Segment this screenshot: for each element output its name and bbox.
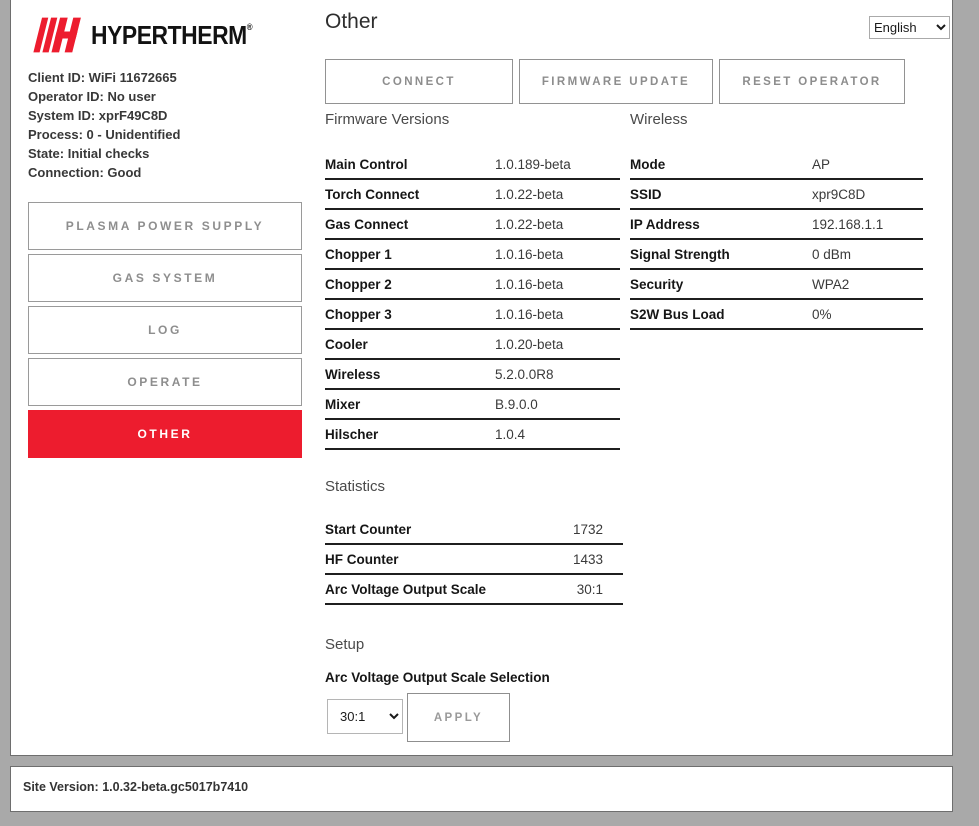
firmware-versions-heading: Firmware Versions <box>325 111 449 128</box>
table-row: Cooler 1.0.20-beta <box>325 330 620 360</box>
row-label: Start Counter <box>325 522 411 537</box>
row-value: 192.168.1.1 <box>812 217 883 232</box>
row-label: S2W Bus Load <box>630 307 725 322</box>
table-row: Security WPA2 <box>630 270 923 300</box>
row-label: IP Address <box>630 217 700 232</box>
language-select[interactable]: English <box>869 16 950 39</box>
row-label: Gas Connect <box>325 217 408 232</box>
state-line: State: Initial checks <box>28 144 313 163</box>
table-row: Chopper 3 1.0.16-beta <box>325 300 620 330</box>
hypertherm-logo: HYPERTHERM® <box>33 13 274 57</box>
row-value: 1.0.22-beta <box>495 187 563 202</box>
site-version-text: Site Version: 1.0.32-beta.gc5017b7410 <box>23 780 248 794</box>
main-content: Other English CONNECT FIRMWARE UPDATE RE… <box>325 0 937 756</box>
row-value: 1.0.20-beta <box>495 337 563 352</box>
table-row: Chopper 2 1.0.16-beta <box>325 270 620 300</box>
table-row: Main Control 1.0.189-beta <box>325 150 620 180</box>
row-value: 1.0.16-beta <box>495 307 563 322</box>
row-value: 1.0.22-beta <box>495 217 563 232</box>
statistics-table: Start Counter 1732 HF Counter 1433 Arc Vol… <box>325 515 623 605</box>
sidebar-item-plasma-power-supply[interactable]: PLASMA POWER SUPPLY <box>28 202 302 250</box>
client-info: Client ID: WiFi 11672665 Operator ID: No… <box>28 68 313 182</box>
row-value: WPA2 <box>812 277 849 292</box>
table-row: Mode AP <box>630 150 923 180</box>
connection-line: Connection: Good <box>28 163 313 182</box>
row-value: 0% <box>812 307 832 322</box>
row-value: 1.0.16-beta <box>495 247 563 262</box>
row-label: Main Control <box>325 157 408 172</box>
row-label: Arc Voltage Output Scale <box>325 582 486 597</box>
row-value: 1433 <box>573 552 603 567</box>
row-label: Mixer <box>325 397 360 412</box>
apply-button[interactable]: APPLY <box>407 693 510 742</box>
row-label: Wireless <box>325 367 380 382</box>
row-value: 5.2.0.0R8 <box>495 367 554 382</box>
arc-voltage-scale-select[interactable]: 30:1 <box>327 699 403 734</box>
row-label: Security <box>630 277 683 292</box>
firmware-update-button[interactable]: FIRMWARE UPDATE <box>519 59 713 104</box>
table-row: Hilscher 1.0.4 <box>325 420 620 450</box>
table-row: S2W Bus Load 0% <box>630 300 923 330</box>
connect-button[interactable]: CONNECT <box>325 59 513 104</box>
table-row: IP Address 192.168.1.1 <box>630 210 923 240</box>
row-value: AP <box>812 157 830 172</box>
table-row: Wireless 5.2.0.0R8 <box>325 360 620 390</box>
statistics-heading: Statistics <box>325 478 385 495</box>
firmware-versions-table: Main Control 1.0.189-beta Torch Connect 1.… <box>325 150 620 450</box>
row-label: Torch Connect <box>325 187 419 202</box>
system-id-line: System ID: xprF49C8D <box>28 106 313 125</box>
table-row: Mixer B.9.0.0 <box>325 390 620 420</box>
operator-id-line: Operator ID: No user <box>28 87 313 106</box>
table-row: Torch Connect 1.0.22-beta <box>325 180 620 210</box>
table-row: Start Counter 1732 <box>325 515 623 545</box>
footer-bar: Site Version: 1.0.32-beta.gc5017b7410 <box>10 766 953 812</box>
table-row: Signal Strength 0 dBm <box>630 240 923 270</box>
sidebar-item-gas-system[interactable]: GAS SYSTEM <box>28 254 302 302</box>
row-value: 1.0.4 <box>495 427 525 442</box>
table-row: Gas Connect 1.0.22-beta <box>325 210 620 240</box>
client-id-line: Client ID: WiFi 11672665 <box>28 68 313 87</box>
sidebar-item-log[interactable]: LOG <box>28 306 302 354</box>
row-value: 0 dBm <box>812 247 851 262</box>
row-value: 30:1 <box>577 582 603 597</box>
row-value: 1.0.16-beta <box>495 277 563 292</box>
wireless-heading: Wireless <box>630 111 688 128</box>
row-label: Signal Strength <box>630 247 730 262</box>
row-value: 1.0.189-beta <box>495 157 571 172</box>
row-value: B.9.0.0 <box>495 397 538 412</box>
row-label: Hilscher <box>325 427 378 442</box>
row-label: Chopper 2 <box>325 277 392 292</box>
sidebar-item-other[interactable]: OTHER <box>28 410 302 458</box>
row-label: HF Counter <box>325 552 399 567</box>
row-label: Mode <box>630 157 665 172</box>
setup-heading: Setup <box>325 636 364 653</box>
table-row: Chopper 1 1.0.16-beta <box>325 240 620 270</box>
registered-mark: ® <box>247 22 252 32</box>
sidebar-item-operate[interactable]: OPERATE <box>28 358 302 406</box>
table-row: HF Counter 1433 <box>325 545 623 575</box>
wireless-table: Mode AP SSID xpr9C8D IP Address 192.168.1.1… <box>630 150 923 330</box>
arc-voltage-scale-selection-label: Arc Voltage Output Scale Selection <box>325 670 550 685</box>
row-value: 1732 <box>573 522 603 537</box>
row-label: Chopper 3 <box>325 307 392 322</box>
reset-operator-button[interactable]: RESET OPERATOR <box>719 59 905 104</box>
page-title: Other <box>325 10 378 34</box>
sidebar-nav: PLASMA POWER SUPPLY GAS SYSTEM LOG OPERA… <box>28 202 302 462</box>
row-label: Chopper 1 <box>325 247 392 262</box>
table-row: SSID xpr9C8D <box>630 180 923 210</box>
action-buttons: CONNECT FIRMWARE UPDATE RESET OPERATOR <box>325 59 905 104</box>
table-row: Arc Voltage Output Scale 30:1 <box>325 575 623 605</box>
row-label: SSID <box>630 187 662 202</box>
row-label: Cooler <box>325 337 368 352</box>
hypertherm-logo-icon <box>33 13 83 57</box>
main-panel: HYPERTHERM® Client ID: WiFi 11672665 Ope… <box>10 0 953 756</box>
hypertherm-wordmark: HYPERTHERM® <box>91 20 252 51</box>
process-line: Process: 0 - Unidentified <box>28 125 313 144</box>
row-value: xpr9C8D <box>812 187 865 202</box>
